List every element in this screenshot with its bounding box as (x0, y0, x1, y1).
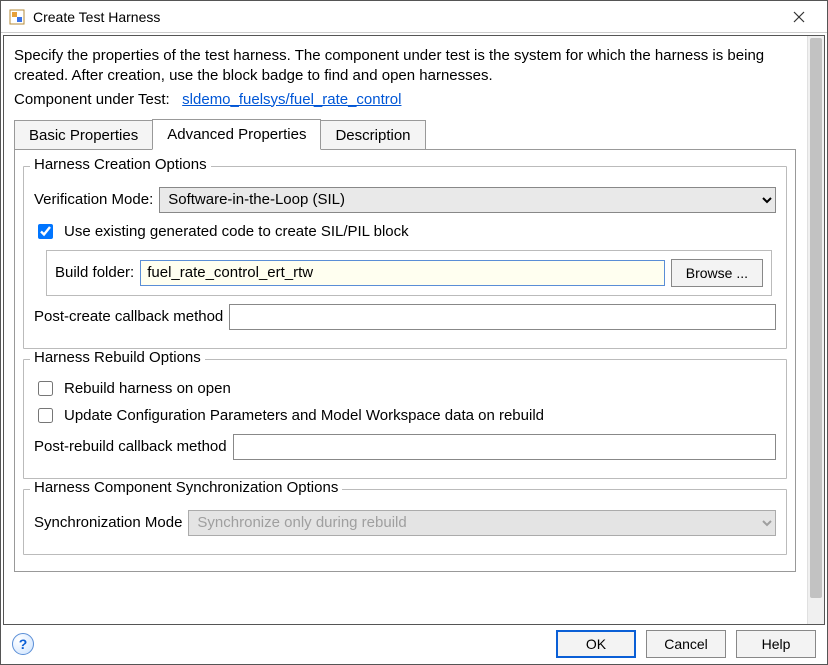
cancel-button[interactable]: Cancel (646, 630, 726, 658)
tab-basic-properties[interactable]: Basic Properties (14, 120, 153, 150)
rebuild-on-open-checkbox[interactable] (38, 381, 53, 396)
titlebar: Create Test Harness (1, 1, 827, 33)
post-rebuild-row: Post-rebuild callback method (34, 434, 776, 460)
intro-text: Specify the properties of the test harne… (14, 46, 796, 87)
component-under-test-row: Component under Test: sldemo_fuelsys/fue… (14, 91, 796, 108)
content-wrapper: Specify the properties of the test harne… (3, 35, 825, 625)
use-existing-code-row: Use existing generated code to create SI… (34, 221, 776, 242)
cut-link[interactable]: sldemo_fuelsys/fuel_rate_control (182, 91, 401, 108)
dialog-footer: ? OK Cancel Help (2, 625, 826, 663)
tab-panel-advanced: Harness Creation Options Verification Mo… (14, 149, 796, 572)
group-creation-title: Harness Creation Options (30, 156, 211, 173)
post-rebuild-input[interactable] (233, 434, 776, 460)
close-button[interactable] (779, 3, 819, 31)
sync-mode-label: Synchronization Mode (34, 514, 182, 531)
verification-mode-label: Verification Mode: (34, 191, 153, 208)
build-folder-group: Build folder: Browse ... (46, 250, 772, 296)
cut-label: Component under Test: (14, 91, 170, 108)
group-rebuild-options: Harness Rebuild Options Rebuild harness … (23, 359, 787, 479)
group-rebuild-title: Harness Rebuild Options (30, 349, 205, 366)
use-existing-code-label: Use existing generated code to create SI… (64, 223, 409, 240)
close-icon (793, 11, 805, 23)
use-existing-code-checkbox[interactable] (38, 224, 53, 239)
ok-button[interactable]: OK (556, 630, 636, 658)
sync-mode-row: Synchronization Mode Synchronize only du… (34, 510, 776, 536)
scrollbar-thumb[interactable] (810, 38, 822, 598)
group-sync-options: Harness Component Synchronization Option… (23, 489, 787, 555)
tab-advanced-properties[interactable]: Advanced Properties (152, 119, 321, 150)
group-creation-options: Harness Creation Options Verification Mo… (23, 166, 787, 349)
verification-mode-select[interactable]: Software-in-the-Loop (SIL) (159, 187, 776, 213)
post-rebuild-label: Post-rebuild callback method (34, 438, 227, 455)
update-config-row: Update Configuration Parameters and Mode… (34, 405, 776, 426)
app-icon (9, 9, 25, 25)
scroll-area: Specify the properties of the test harne… (4, 36, 806, 624)
browse-button[interactable]: Browse ... (671, 259, 763, 287)
rebuild-on-open-label: Rebuild harness on open (64, 380, 231, 397)
build-folder-label: Build folder: (55, 264, 134, 281)
rebuild-on-open-row: Rebuild harness on open (34, 378, 776, 399)
update-config-label: Update Configuration Parameters and Mode… (64, 407, 544, 424)
tab-description[interactable]: Description (320, 120, 425, 150)
post-create-label: Post-create callback method (34, 308, 223, 325)
sync-mode-select: Synchronize only during rebuild (188, 510, 776, 536)
help-button[interactable]: Help (736, 630, 816, 658)
verification-mode-row: Verification Mode: Software-in-the-Loop … (34, 187, 776, 213)
build-folder-input[interactable] (140, 260, 665, 286)
window-title: Create Test Harness (33, 9, 779, 25)
post-create-input[interactable] (229, 304, 776, 330)
tab-strip: Basic Properties Advanced Properties Des… (14, 118, 796, 149)
vertical-scrollbar[interactable] (807, 36, 824, 624)
update-config-checkbox[interactable] (38, 408, 53, 423)
help-icon[interactable]: ? (12, 633, 34, 655)
group-sync-title: Harness Component Synchronization Option… (30, 479, 342, 496)
post-create-row: Post-create callback method (34, 304, 776, 330)
